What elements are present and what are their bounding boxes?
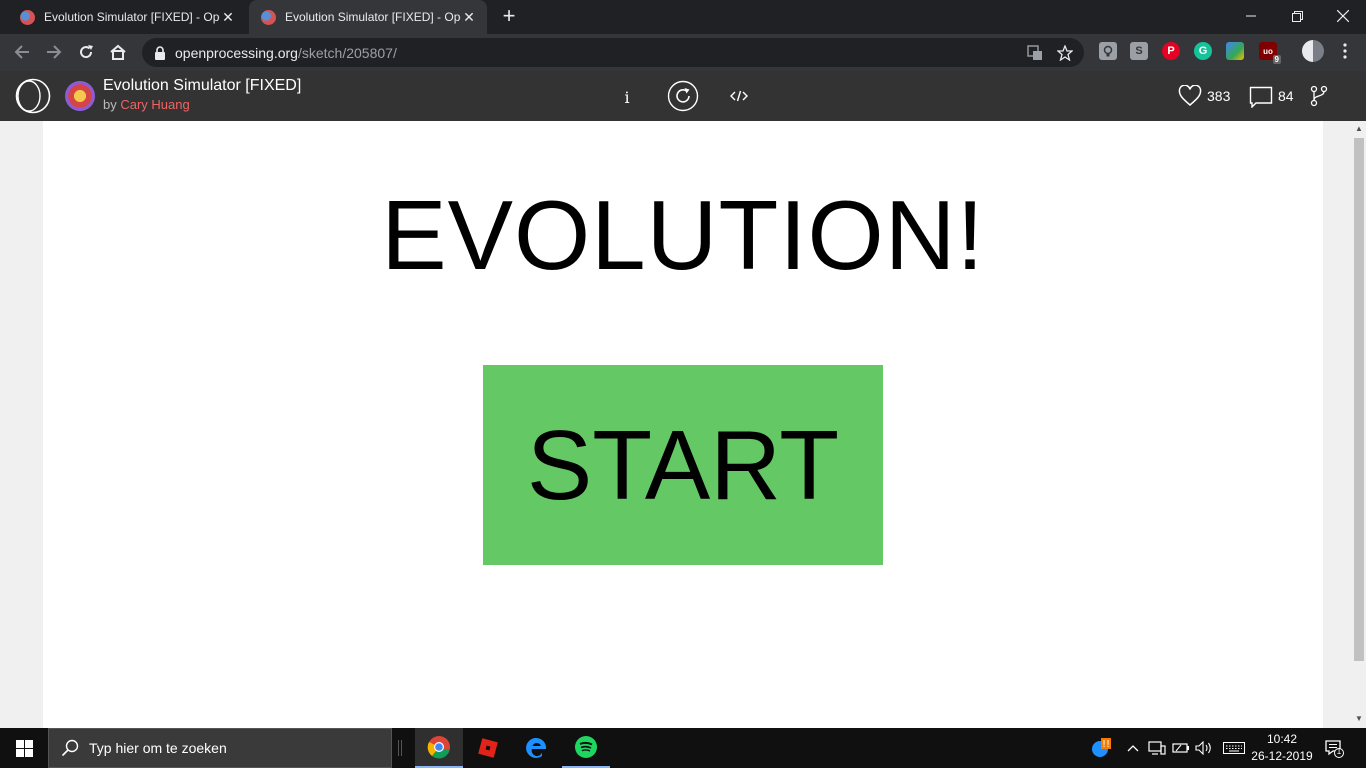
close-window-icon[interactable] (1320, 0, 1366, 32)
home-icon[interactable] (104, 38, 132, 66)
fork-icon[interactable] (1310, 85, 1328, 107)
tray-app-icon[interactable]: !! (1091, 738, 1111, 758)
url-path: /sketch/205807/ (297, 44, 397, 61)
address-bar[interactable]: openprocessing.org/sketch/205807/ (142, 38, 1084, 67)
keep-extension-icon[interactable] (1099, 42, 1117, 60)
system-clock[interactable]: 10:42 26-12-2019 (1246, 731, 1318, 765)
back-icon[interactable] (8, 38, 36, 66)
windows-taskbar: Typ hier om te zoeken !! 10:42 26-12-201… (0, 728, 1366, 768)
sketch-title[interactable]: Evolution Simulator [FIXED] (103, 77, 301, 95)
notification-center-icon[interactable]: 1 (1324, 738, 1344, 758)
scroll-down-icon[interactable]: ▼ (1354, 714, 1364, 724)
comments-count: 84 (1278, 88, 1294, 104)
minimize-icon[interactable] (1228, 0, 1274, 32)
evolution-heading: EVOLUTION! (381, 180, 985, 290)
new-tab-button[interactable]: + (498, 5, 520, 28)
browser-tab-1[interactable]: Evolution Simulator [FIXED] - OpenProces… (8, 0, 246, 34)
image-extension-icon[interactable] (1226, 42, 1244, 60)
restore-icon[interactable] (1274, 0, 1320, 32)
s-extension-icon[interactable]: S (1130, 42, 1148, 60)
search-placeholder: Typ hier om te zoeken (89, 740, 227, 756)
scroll-up-icon[interactable]: ▲ (1354, 124, 1364, 134)
roblox-taskbar-icon[interactable] (464, 728, 512, 768)
page-viewport: EVOLUTION! START ▲ ▼ (0, 121, 1366, 728)
author-avatar[interactable] (65, 81, 95, 111)
likes-count: 383 (1207, 88, 1231, 104)
reload-icon[interactable] (72, 38, 100, 66)
spotify-taskbar-icon[interactable] (562, 728, 610, 768)
tab-strip: Evolution Simulator [FIXED] - OpenProces… (0, 0, 1366, 34)
svg-text:!!: !! (1102, 739, 1110, 750)
by-prefix: by (103, 97, 117, 112)
keyboard-icon[interactable] (1222, 738, 1246, 758)
openprocessing-logo-icon[interactable] (14, 78, 52, 114)
scrollbar-thumb[interactable] (1354, 138, 1364, 661)
browser-tab-2[interactable]: Evolution Simulator [FIXED] - OpenProces… (249, 0, 487, 34)
taskbar-separator (398, 740, 402, 756)
network-icon[interactable] (1147, 738, 1167, 758)
grammarly-extension-icon[interactable]: G (1194, 42, 1212, 60)
close-tab-icon[interactable]: ✕ (461, 9, 477, 25)
notification-count: 1 (1336, 747, 1342, 756)
edge-taskbar-icon[interactable] (513, 728, 561, 768)
translate-icon[interactable] (1026, 44, 1044, 62)
ublock-extension-icon[interactable]: uo 9 (1259, 42, 1281, 64)
tab-title: Evolution Simulator [FIXED] - OpenProces… (285, 10, 461, 24)
lock-icon (155, 45, 165, 60)
url-host: openprocessing.org (175, 44, 298, 61)
battery-icon[interactable] (1171, 738, 1191, 758)
bookmark-star-icon[interactable] (1056, 44, 1074, 62)
openprocessing-favicon-icon (20, 9, 35, 25)
clock-date: 26-12-2019 (1251, 749, 1313, 763)
author-link[interactable]: Cary Huang (120, 97, 189, 112)
chrome-menu-icon[interactable] (1336, 42, 1354, 60)
code-view-icon[interactable] (730, 88, 748, 104)
pinterest-extension-icon[interactable]: P (1162, 42, 1180, 60)
search-icon (61, 739, 79, 757)
ublock-label: uo (1263, 46, 1273, 56)
windows-start-icon[interactable] (0, 728, 48, 768)
browser-toolbar: openprocessing.org/sketch/205807/ S P G … (0, 34, 1366, 71)
page-scrollbar[interactable]: ▲ ▼ (1351, 121, 1366, 728)
tab-title: Evolution Simulator [FIXED] - OpenProces… (44, 10, 220, 24)
ublock-badge: 9 (1272, 55, 1281, 64)
taskbar-search-input[interactable]: Typ hier om te zoeken (48, 728, 392, 768)
heart-icon[interactable] (1178, 85, 1202, 107)
openprocessing-favicon-icon (261, 9, 276, 25)
forward-icon[interactable] (40, 38, 68, 66)
chrome-taskbar-icon[interactable] (415, 728, 463, 768)
comment-icon[interactable] (1249, 86, 1273, 108)
clock-time: 10:42 (1266, 732, 1298, 746)
sketch-author-line: by Cary Huang (103, 97, 190, 112)
tray-expand-icon[interactable] (1123, 738, 1143, 758)
close-tab-icon[interactable]: ✕ (220, 9, 236, 25)
openprocessing-header: Evolution Simulator [FIXED] by Cary Huan… (0, 71, 1366, 121)
sketch-canvas[interactable]: EVOLUTION! START (43, 121, 1323, 728)
volume-icon[interactable] (1194, 738, 1214, 758)
info-button[interactable]: i (618, 86, 636, 108)
profile-avatar-icon[interactable] (1302, 40, 1324, 62)
start-button[interactable]: START (483, 365, 883, 565)
restart-sketch-icon[interactable] (667, 80, 699, 112)
